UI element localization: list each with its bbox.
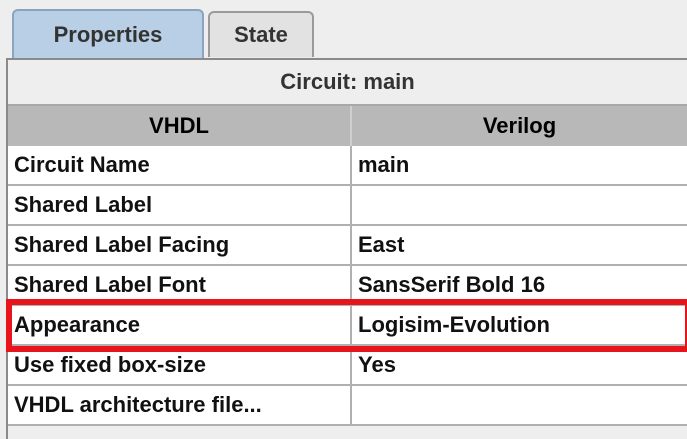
table-row: Shared Label <box>8 186 687 226</box>
attribute-name: Shared Label Facing <box>8 226 352 266</box>
column-header-vhdl[interactable]: VHDL <box>8 106 352 146</box>
table-row: Shared Label Facing East <box>8 226 687 266</box>
attribute-name: Circuit Name <box>8 146 352 186</box>
attribute-name: Appearance <box>8 306 352 346</box>
table-row: Use fixed box-size Yes <box>8 346 687 386</box>
tab-state[interactable]: State <box>208 11 314 57</box>
attribute-rows: Circuit Name main Shared Label Shared La… <box>8 146 687 426</box>
column-header-row: VHDL Verilog <box>8 106 687 146</box>
attribute-value[interactable]: Yes <box>352 346 687 386</box>
table-title: Circuit: main <box>8 60 687 106</box>
attribute-value[interactable]: Logisim-Evolution <box>352 306 687 346</box>
column-header-verilog[interactable]: Verilog <box>352 106 687 146</box>
tab-bar: Properties State <box>12 9 687 59</box>
attribute-value[interactable] <box>352 186 687 226</box>
attribute-name: Shared Label Font <box>8 266 352 306</box>
attribute-table: Circuit: main VHDL Verilog Circuit Name … <box>6 58 687 439</box>
attribute-value[interactable]: East <box>352 226 687 266</box>
table-row: Circuit Name main <box>8 146 687 186</box>
attribute-name: VHDL architecture file... <box>8 386 352 426</box>
properties-panel: Properties State Circuit: main VHDL Veri… <box>0 0 687 439</box>
attribute-value[interactable] <box>352 386 687 426</box>
table-row: Appearance Logisim-Evolution <box>8 306 687 346</box>
tab-properties[interactable]: Properties <box>12 9 204 59</box>
table-row: Shared Label Font SansSerif Bold 16 <box>8 266 687 306</box>
table-row: VHDL architecture file... <box>8 386 687 426</box>
attribute-name: Use fixed box-size <box>8 346 352 386</box>
attribute-value[interactable]: SansSerif Bold 16 <box>352 266 687 306</box>
attribute-name: Shared Label <box>8 186 352 226</box>
attribute-value[interactable]: main <box>352 146 687 186</box>
